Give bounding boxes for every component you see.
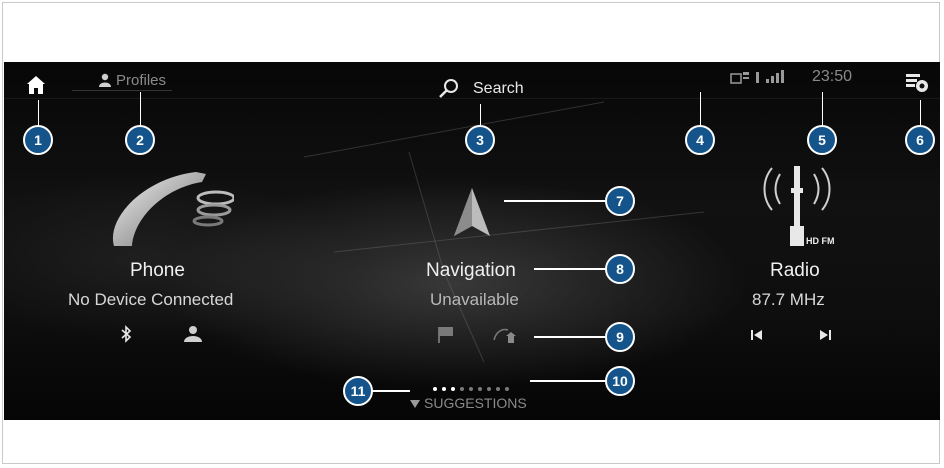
radio-title: Radio <box>770 260 820 281</box>
home-route-icon <box>493 328 516 343</box>
callout-5: 5 <box>807 125 837 155</box>
bluetooth-icon <box>121 325 132 343</box>
callout-1: 1 <box>23 125 53 155</box>
signal-icon <box>756 70 784 83</box>
notification-settings-button[interactable] <box>904 72 932 96</box>
radio-frequency: 87.7 MHz <box>752 290 825 309</box>
leader-line-1 <box>38 100 39 126</box>
radio-tile[interactable]: HD FM Radio 87.7 MHz <box>724 158 884 352</box>
leader-line-6 <box>920 100 921 126</box>
suggestions-label: SUGGESTIONS <box>424 395 527 411</box>
next-track-icon <box>820 330 831 340</box>
page-dot <box>451 387 455 391</box>
head-unit-screen: Profiles Search 23:50 Phone No Device Co… <box>4 62 940 420</box>
notification-settings-icon <box>906 74 928 92</box>
callout-7: 7 <box>605 186 635 216</box>
callout-2: 2 <box>125 125 155 155</box>
profiles-underline <box>72 90 172 91</box>
navigation-arrow-icon <box>454 188 490 236</box>
page-dot <box>469 387 473 391</box>
phone-handset-icon <box>112 172 234 246</box>
search-button[interactable]: Search <box>436 76 536 102</box>
leader-line-4 <box>700 92 701 126</box>
sim-card-icon <box>730 72 749 84</box>
leader-line-11 <box>372 390 410 392</box>
destination-flag-button[interactable] <box>436 326 460 346</box>
contacts-icon <box>184 326 202 342</box>
page-dot <box>487 387 491 391</box>
page-dot <box>505 387 509 391</box>
contacts-button[interactable] <box>182 325 206 345</box>
previous-track-button[interactable] <box>750 328 766 344</box>
leader-line-9 <box>534 336 606 338</box>
suggestions-arrow-icon <box>410 400 420 408</box>
page-dot <box>478 387 482 391</box>
next-track-button[interactable] <box>818 328 834 344</box>
callout-4: 4 <box>685 125 715 155</box>
navigation-subtitle: Unavailable <box>430 290 519 309</box>
page-dot <box>460 387 464 391</box>
profiles-label: Profiles <box>116 72 167 89</box>
phone-subtitle: No Device Connected <box>68 290 234 309</box>
destination-flag-icon <box>438 327 453 343</box>
navigation-tile[interactable]: Navigation Unavailable <box>404 162 564 352</box>
callout-3: 3 <box>465 125 495 155</box>
leader-line-8 <box>534 268 606 270</box>
profiles-button[interactable]: Profiles <box>96 70 186 92</box>
callout-11: 11 <box>343 376 373 406</box>
profile-icon <box>99 73 111 87</box>
page-dot <box>496 387 500 391</box>
bluetooth-button[interactable] <box>119 325 137 345</box>
leader-line-7 <box>504 200 606 202</box>
home-icon <box>27 76 45 94</box>
callout-10: 10 <box>605 366 635 396</box>
callout-6: 6 <box>905 125 935 155</box>
radio-band-badge: HD FM <box>806 236 835 246</box>
callout-8: 8 <box>605 254 635 284</box>
home-route-button[interactable] <box>492 326 518 346</box>
leader-line-2 <box>140 92 141 126</box>
page-dot <box>442 387 446 391</box>
page-dot <box>433 387 437 391</box>
leader-line-10 <box>530 380 606 382</box>
callout-9: 9 <box>605 322 635 352</box>
previous-track-icon <box>751 330 762 340</box>
suggestions-button[interactable]: SUGGESTIONS <box>408 394 558 414</box>
home-button[interactable] <box>22 72 50 98</box>
phone-tile[interactable]: Phone No Device Connected <box>54 162 274 352</box>
leader-line-5 <box>822 92 823 126</box>
leader-line-3 <box>480 104 481 126</box>
phone-title: Phone <box>130 260 185 281</box>
search-label: Search <box>473 80 524 97</box>
search-icon <box>439 79 458 98</box>
clock: 23:50 <box>812 68 853 85</box>
navigation-title: Navigation <box>426 260 516 281</box>
